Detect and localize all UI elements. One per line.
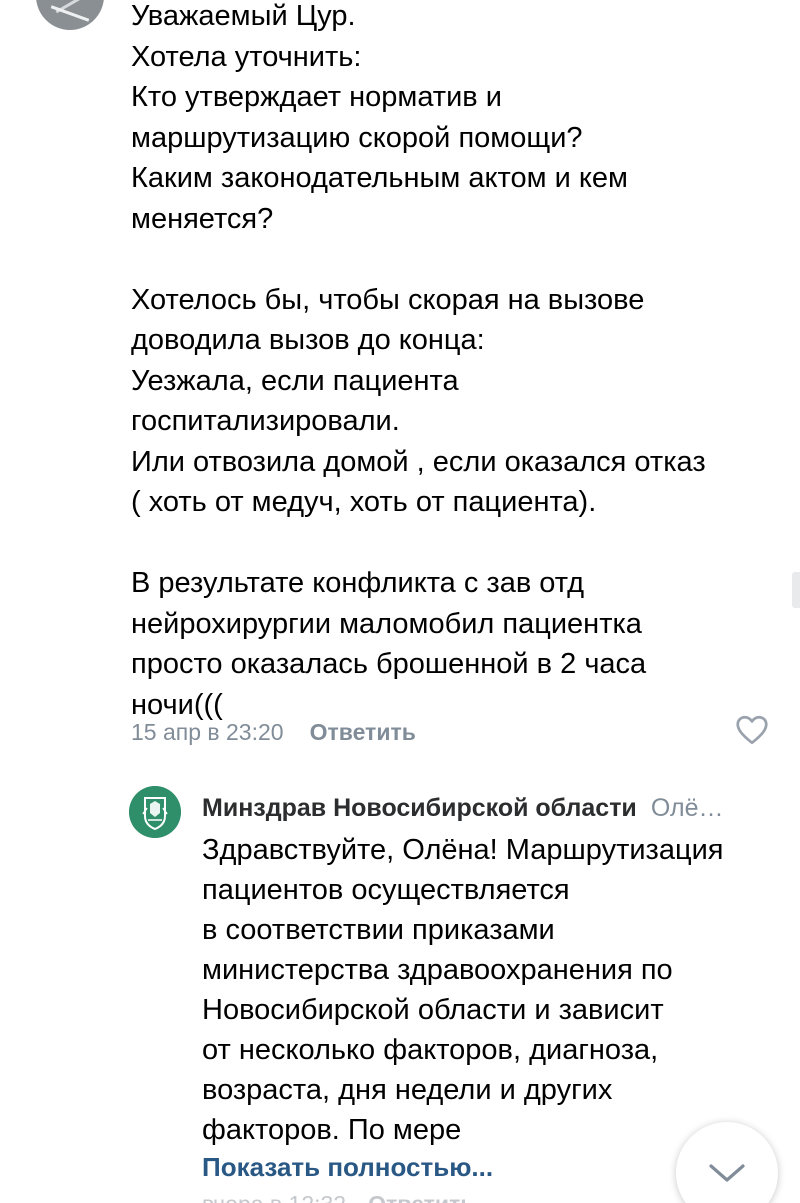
heart-outline-icon[interactable] (734, 712, 770, 748)
reply-meta: вчера в 12:32 Ответить (202, 1191, 474, 1203)
scrollbar-handle[interactable] (792, 572, 800, 608)
reply-text: Здравствуйте, Олёна! Маршрутизация пацие… (202, 834, 724, 1146)
comment-text: Уважаемый Цур. Хотела уточнить: Кто утве… (131, 0, 706, 721)
comments-page: Уважаемый Цур. Хотела уточнить: Кто утве… (0, 0, 800, 1203)
show-more-link[interactable]: Показать полностью... (202, 1152, 493, 1183)
comment-meta: 15 апр в 23:20 Ответить (131, 716, 416, 748)
comment: Уважаемый Цур. Хотела уточнить: Кто утве… (131, 0, 781, 725)
comment-date: 15 апр в 23:20 (131, 718, 284, 745)
reply-date: вчера в 12:32 (202, 1191, 346, 1203)
chevron-down-icon (709, 1164, 745, 1182)
reply-reply-button[interactable]: Ответить (368, 1191, 474, 1203)
reply-header: Минздрав Новосибирской области Олё… (202, 790, 772, 826)
commenter-avatar[interactable] (36, 0, 104, 30)
reply-to-name[interactable]: Олё… (651, 794, 724, 823)
coat-of-arms-logo (129, 786, 181, 838)
reply-button[interactable]: Ответить (310, 719, 416, 746)
ministry-avatar[interactable] (129, 786, 181, 838)
reply-author-name[interactable]: Минздрав Новосибирской области (202, 794, 637, 823)
